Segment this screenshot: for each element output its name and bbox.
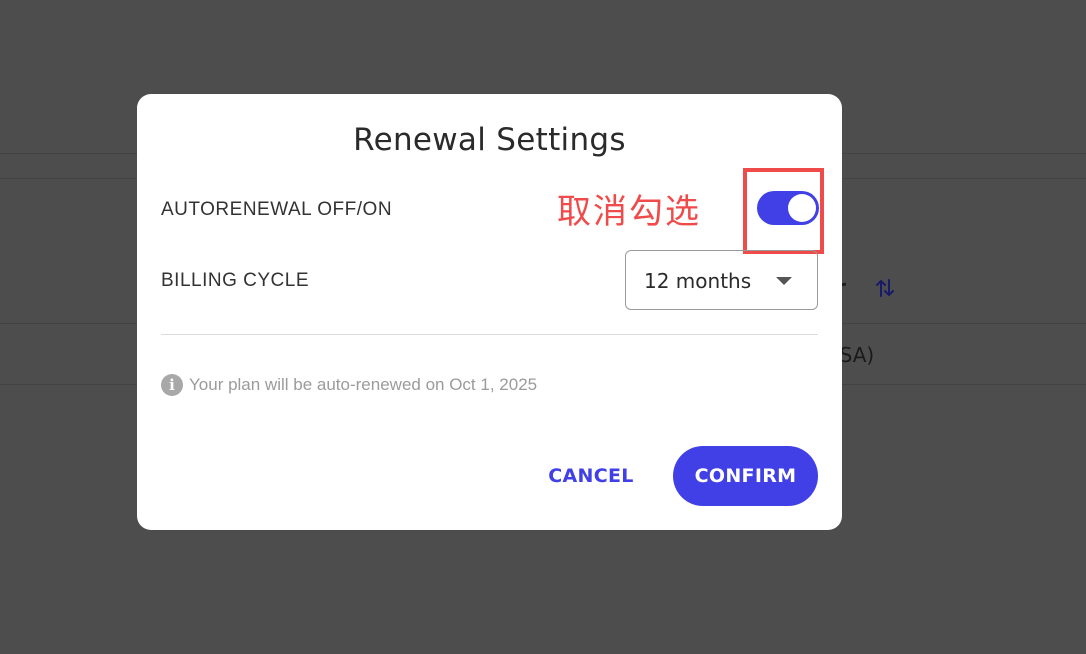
billing-cycle-select[interactable]: 12 months <box>625 250 818 310</box>
renewal-settings-dialog: Renewal Settings AUTORENEWAL OFF/ON 取消勾选… <box>137 94 842 530</box>
renewal-info: i Your plan will be auto-renewed on Oct … <box>161 374 537 396</box>
billing-cycle-value: 12 months <box>644 269 752 293</box>
chevron-down-icon <box>776 277 792 285</box>
toggle-knob <box>788 194 816 222</box>
annotation-text: 取消勾选 <box>557 192 701 232</box>
autorenewal-label: AUTORENEWAL OFF/ON <box>161 199 393 220</box>
autorenewal-toggle[interactable] <box>757 191 819 225</box>
renewal-info-text: Your plan will be auto-renewed on Oct 1,… <box>189 375 538 394</box>
billing-cycle-label: BILLING CYCLE <box>161 270 309 291</box>
info-icon: i <box>161 374 183 396</box>
cancel-button[interactable]: CANCEL <box>531 454 651 498</box>
sort-arrows-icon <box>876 279 894 297</box>
dialog-title: Renewal Settings <box>353 122 626 158</box>
dialog-divider <box>161 334 818 335</box>
confirm-button[interactable]: CONFIRM <box>673 446 818 506</box>
